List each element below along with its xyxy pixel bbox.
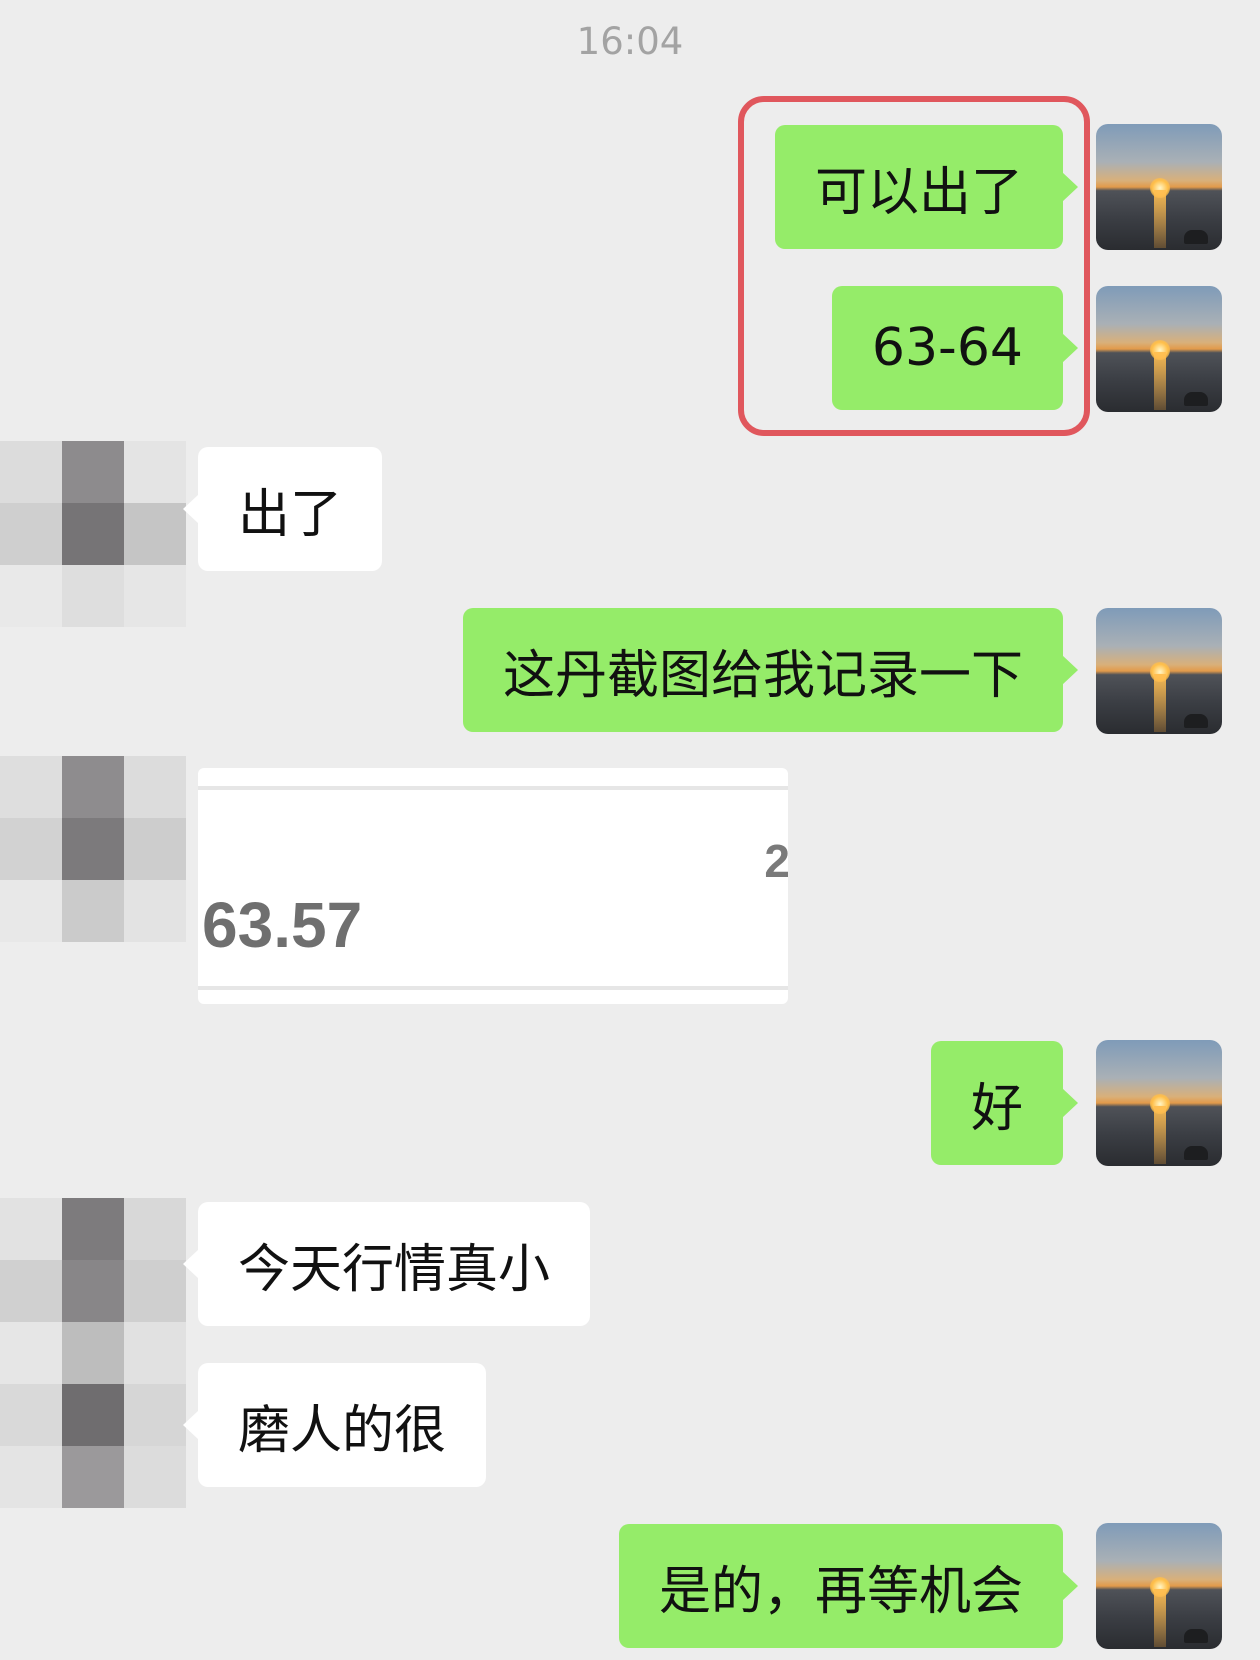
- message-text: 磨人的很: [238, 1400, 447, 1461]
- message-text: 可以出了: [814, 162, 1023, 223]
- my-message-bubble[interactable]: 是的，再等机会: [618, 1524, 1079, 1648]
- my-message-bubble[interactable]: 好: [930, 1041, 1079, 1165]
- message-timestamp: 16:04: [576, 20, 684, 63]
- image-edge-digit: 2: [764, 835, 788, 887]
- message-text: 今天行情真小: [238, 1239, 551, 1300]
- message-text: 出了: [238, 484, 343, 545]
- image-message[interactable]: 2 63.57: [198, 768, 788, 1004]
- contact-message-bubble[interactable]: 磨人的很: [182, 1363, 487, 1487]
- my-message-bubble[interactable]: 这丹截图给我记录一下: [462, 608, 1079, 732]
- contact-message-bubble[interactable]: 出了: [182, 447, 383, 571]
- message-text: 这丹截图给我记录一下: [502, 645, 1023, 706]
- my-avatar[interactable]: [1096, 124, 1222, 250]
- my-message-bubble[interactable]: 63-64: [831, 286, 1079, 410]
- my-message-bubble[interactable]: 可以出了: [774, 125, 1079, 249]
- contact-avatar[interactable]: [0, 756, 186, 942]
- my-avatar[interactable]: [1096, 1040, 1222, 1166]
- contact-avatar[interactable]: [0, 1198, 186, 1508]
- message-text: 是的，再等机会: [658, 1561, 1023, 1622]
- message-text: 63-64: [871, 318, 1023, 378]
- my-avatar[interactable]: [1096, 608, 1222, 734]
- my-avatar[interactable]: [1096, 1523, 1222, 1649]
- message-text: 好: [970, 1078, 1023, 1139]
- my-avatar[interactable]: [1096, 286, 1222, 412]
- contact-avatar[interactable]: [0, 441, 186, 627]
- contact-message-bubble[interactable]: 今天行情真小: [182, 1202, 591, 1326]
- image-value-text: 63.57: [202, 889, 363, 961]
